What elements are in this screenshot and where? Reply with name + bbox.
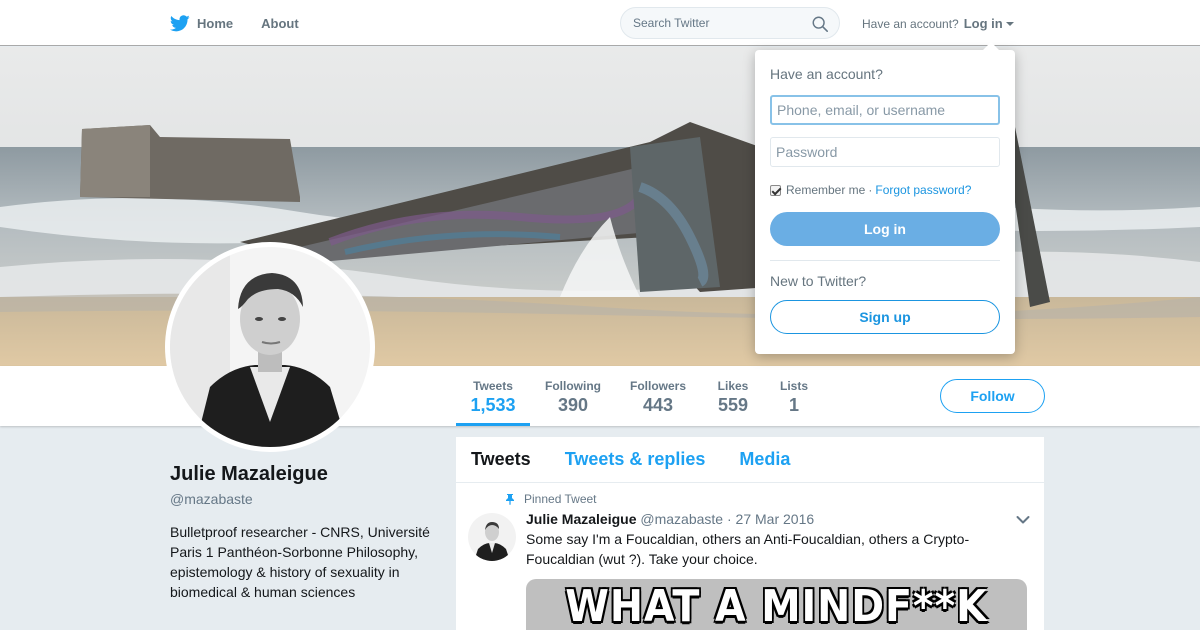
remember-separator: · (868, 183, 873, 197)
stat-followers[interactable]: Followers 443 (626, 366, 690, 426)
tweet-avatar-photo (468, 513, 516, 561)
home-label: Home (197, 15, 234, 31)
profile-name[interactable]: Julie Mazaleigue (170, 463, 328, 486)
search-box[interactable] (620, 7, 840, 39)
login-dropdown: Have an account? Remember me · Forgot pa… (755, 42, 1015, 354)
stat-followers-label: Followers (629, 379, 686, 393)
signup-button[interactable]: Sign up (770, 300, 1000, 334)
pinned-tweet-context: Pinned Tweet (504, 492, 597, 506)
about-label: About (261, 15, 299, 31)
stat-tweets-value: 1,533 (470, 395, 516, 415)
tweet-author-name[interactable]: Julie Mazaleigue (526, 511, 636, 527)
stat-lists-value: 1 (788, 395, 799, 415)
pinned-tweet-label: Pinned Tweet (524, 492, 597, 506)
stat-followers-value: 443 (642, 395, 674, 415)
stat-following-value: 390 (557, 395, 589, 415)
tab-tweets[interactable]: Tweets (471, 449, 531, 470)
media-caption-text: WHAT A MINDF**K (565, 581, 988, 630)
tweet-header: Julie Mazaleigue @mazabaste · 27 Mar 201… (526, 511, 814, 527)
have-account-text: Have an account? (862, 16, 959, 31)
tab-tweets-and-replies[interactable]: Tweets & replies (565, 449, 706, 470)
stat-following-label: Following (545, 379, 601, 393)
stat-tweets-label: Tweets (473, 379, 513, 393)
login-dropdown-toggle[interactable]: Log in (964, 16, 1014, 31)
home-link[interactable]: Home (170, 14, 234, 32)
profile-avatar[interactable] (165, 242, 375, 452)
stat-likes-value: 559 (717, 395, 749, 415)
follow-button[interactable]: Follow (940, 379, 1045, 413)
tab-media[interactable]: Media (739, 449, 790, 470)
about-link[interactable]: About (261, 16, 299, 31)
tweet-author-handle[interactable]: @mazabaste (640, 511, 723, 527)
stat-lists-label: Lists (779, 379, 808, 393)
search-input[interactable] (633, 16, 803, 30)
avatar-photo (170, 247, 370, 447)
profile-handle[interactable]: @mazabaste (170, 491, 253, 507)
caret-down-icon (1005, 21, 1014, 26)
timeline: Tweets Tweets & replies Media Pinned Twe… (456, 437, 1044, 630)
tweet-timestamp[interactable]: 27 Mar 2016 (736, 511, 815, 527)
dropdown-divider (770, 260, 1000, 261)
tweet-author-avatar[interactable] (468, 513, 516, 561)
profile-bio: Bulletproof researcher - CNRS, Universit… (170, 524, 430, 600)
remember-me-label[interactable]: Remember me (786, 183, 865, 197)
twitter-bird-icon (170, 14, 190, 31)
account-area: Have an account? Log in (862, 16, 1014, 31)
search-icon[interactable] (811, 15, 829, 33)
login-button[interactable]: Log in (770, 212, 1000, 246)
stat-following[interactable]: Following 390 (540, 366, 606, 426)
stat-tweets[interactable]: Tweets 1,533 (456, 366, 530, 426)
tweet-text: Some say I'm a Foucaldian, others an Ant… (526, 531, 970, 567)
forgot-password-link[interactable]: Forgot password? (875, 183, 971, 197)
remember-row: Remember me · Forgot password? (770, 183, 971, 197)
chevron-down-icon[interactable] (1016, 515, 1030, 525)
stat-lists[interactable]: Lists 1 (776, 366, 812, 426)
login-dropdown-title: Have an account? (770, 66, 883, 82)
remember-me-checkbox[interactable] (770, 184, 781, 196)
pin-icon (506, 494, 514, 505)
stat-likes[interactable]: Likes 559 (710, 366, 756, 426)
password-field[interactable] (770, 137, 1000, 167)
new-to-twitter-text: New to Twitter? (770, 273, 867, 289)
login-toggle-label: Log in (963, 16, 1003, 31)
tweet-media-image[interactable]: WHAT A MINDF**K (526, 579, 1027, 630)
username-field[interactable] (770, 95, 1000, 125)
tweet-separator: · (726, 511, 732, 527)
top-navigation-bar: Home About Have an account? Log in (0, 0, 1200, 46)
nav-left-group: Home About (170, 0, 327, 46)
timeline-tabs: Tweets Tweets & replies Media (456, 437, 1044, 483)
stat-likes-label: Likes (717, 379, 749, 393)
